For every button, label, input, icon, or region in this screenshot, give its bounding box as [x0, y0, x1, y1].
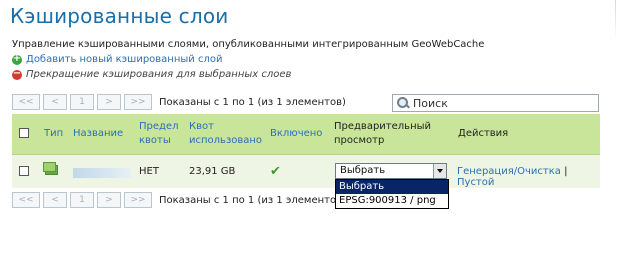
preview-select[interactable]: Выбрать — [335, 163, 447, 179]
header-quota-used-2[interactable]: использовано — [189, 134, 262, 148]
pager-bottom: << < 1 > >> Показаны с 1 по 1 (из 1 элем… — [12, 192, 346, 208]
search-placeholder: Поиск — [413, 96, 448, 110]
pager-last-button[interactable]: >> — [124, 94, 152, 110]
pager-next-button[interactable]: > — [97, 94, 121, 110]
pager-last-button[interactable]: >> — [124, 192, 152, 208]
row-checkbox[interactable] — [19, 166, 29, 176]
row-quota-limit: НЕТ — [139, 166, 159, 177]
add-circle-icon: + — [12, 52, 22, 65]
checkmark-icon: ✔ — [270, 164, 281, 179]
header-preview-1: Предварительный — [334, 121, 431, 132]
panel-border — [615, 0, 616, 40]
pager-info: Показаны с 1 по 1 (из 1 элементов) — [159, 194, 346, 206]
stop-circle-icon: − — [12, 67, 22, 80]
pager-page-button[interactable]: 1 — [70, 94, 94, 110]
search-icon — [396, 96, 410, 110]
pager-prev-button[interactable]: < — [43, 94, 67, 110]
pager-page-button[interactable]: 1 — [70, 192, 94, 208]
stop-caching-link[interactable]: − Прекращение кэширования для выбранных … — [12, 67, 291, 80]
stop-caching-label[interactable]: Прекращение кэширования для выбранных сл… — [26, 69, 291, 80]
layer-name-link[interactable] — [73, 168, 131, 178]
pager-first-button[interactable]: << — [12, 192, 40, 208]
pager-top: << < 1 > >> Показаны с 1 по 1 (из 1 элем… — [12, 94, 346, 110]
header-enabled[interactable]: Включено — [270, 127, 322, 141]
row-quota-used: 23,91 GB — [189, 166, 236, 177]
preview-dropdown-list: Выбрать EPSG:900913 / png — [335, 179, 449, 209]
header-quota-used-1[interactable]: Квот — [189, 120, 214, 134]
preview-select-value: Выбрать — [340, 165, 386, 176]
add-layer-link[interactable]: + Добавить новый кэшированный слой — [12, 52, 222, 65]
action-separator: | — [564, 166, 568, 177]
header-type[interactable]: Тип — [44, 127, 63, 141]
page-title: Кэшированные слои — [10, 4, 229, 28]
header-preview-2: просмотр — [334, 135, 385, 146]
chevron-down-icon[interactable] — [433, 164, 446, 178]
pager-info: Показаны с 1 по 1 (из 1 элементов) — [159, 96, 346, 108]
table-row: НЕТ 23,91 GB ✔ Генерация/Очистка | Пусто… — [12, 155, 600, 188]
generate-truncate-link[interactable]: Генерация/Очистка — [457, 166, 561, 177]
dropdown-option[interactable]: EPSG:900913 / png — [336, 194, 448, 208]
dropdown-option[interactable]: Выбрать — [336, 180, 448, 194]
header-quota-limit-1[interactable]: Предел — [139, 120, 178, 134]
layer-icon — [43, 162, 58, 175]
add-layer-label[interactable]: Добавить новый кэшированный слой — [26, 54, 222, 65]
pager-first-button[interactable]: << — [12, 94, 40, 110]
search-input[interactable]: Поиск — [392, 94, 599, 112]
header-name[interactable]: Название — [73, 127, 123, 141]
table-header: Тип Название Предел квоты Квот использов… — [12, 114, 600, 155]
select-all-checkbox[interactable] — [19, 128, 29, 138]
empty-link[interactable]: Пустой — [457, 177, 494, 188]
header-actions: Действия — [458, 128, 509, 139]
pager-prev-button[interactable]: < — [43, 192, 67, 208]
pager-next-button[interactable]: > — [97, 192, 121, 208]
page-description: Управление кэшированными слоями, опублик… — [12, 39, 485, 50]
row-actions: Генерация/Очистка | Пустой — [457, 166, 600, 188]
header-quota-limit-2[interactable]: квоты — [139, 134, 171, 148]
